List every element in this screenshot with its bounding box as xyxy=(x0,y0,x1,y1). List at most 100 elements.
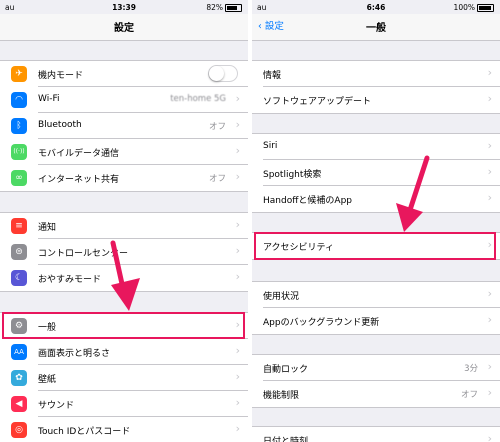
row-label: モバイルデータ通信 xyxy=(38,149,120,159)
row-label: 機能制限 xyxy=(263,391,300,401)
highlight-frame xyxy=(254,232,496,260)
notifications-icon: ≡ xyxy=(11,218,27,234)
row-label: 機内モード xyxy=(38,71,84,81)
row-label: コントロールセンター xyxy=(38,249,129,259)
general-row-restrictions[interactable]: 機能制限 オフ › xyxy=(252,381,500,407)
settings-group-connectivity: ✈ 機内モード ◠ Wi-Fi ten-home 5G › ᛒ Bluetoot… xyxy=(0,60,248,192)
settings-row-notifications[interactable]: ≡ 通知 › xyxy=(0,213,248,239)
screenshot-composite: au 13:39 82% 設定 ✈ 機内モード ◠ Wi-Fi ten-home… xyxy=(0,0,500,442)
nav-bar: 設定 xyxy=(0,14,248,41)
chevron-right-icon: › xyxy=(487,66,492,79)
hotspot-icon: ∞ xyxy=(11,170,27,186)
bluetooth-icon: ᛒ xyxy=(11,118,27,134)
general-row-handoff[interactable]: Handoffと候補のApp › xyxy=(252,186,500,212)
general-group-info: 情報 › ソフトウェアアップデート › xyxy=(252,60,500,114)
display-icon: AA xyxy=(11,344,27,360)
row-label: Appのバックグラウンド更新 xyxy=(263,318,380,328)
general-row-date-time[interactable]: 日付と時刻 › xyxy=(252,427,500,442)
fingerprint-icon: ◎ xyxy=(11,422,27,438)
row-label: ソフトウェアアップデート xyxy=(263,97,372,107)
battery-percent: 100% xyxy=(453,3,475,12)
chevron-right-icon: › xyxy=(487,287,492,300)
nav-bar: ‹ 設定 一般 xyxy=(252,14,500,41)
row-label: Wi-Fi xyxy=(38,94,60,104)
row-value: オフ xyxy=(208,122,226,132)
battery-status: 100% xyxy=(454,3,494,12)
row-label: 自動ロック xyxy=(263,365,309,375)
battery-icon xyxy=(477,4,494,12)
airplane-toggle[interactable] xyxy=(208,65,238,82)
chevron-right-icon: › xyxy=(235,270,240,283)
general-group-datetime: 日付と時刻 › xyxy=(252,426,500,442)
chevron-right-icon: › xyxy=(487,360,492,373)
settings-row-airplane[interactable]: ✈ 機内モード xyxy=(0,61,248,87)
chevron-right-icon: › xyxy=(235,422,240,435)
chevron-right-icon: › xyxy=(235,118,240,131)
settings-group-notifications: ≡ 通知 › ⊜ コントロールセンター › ☾ おやすみモード › xyxy=(0,212,248,292)
row-label: サウンド xyxy=(38,401,75,411)
page-title: 一般 xyxy=(366,23,386,34)
row-label: 通知 xyxy=(38,223,57,233)
row-value: オフ xyxy=(208,174,226,184)
general-screen: au 6:46 100% ‹ 設定 一般 情報 › ソフトウェアアップデート ›… xyxy=(252,0,500,442)
general-group-lock: 自動ロック 3分 › 機能制限 オフ › xyxy=(252,354,500,408)
battery-icon xyxy=(225,4,242,12)
row-label: Bluetooth xyxy=(38,120,82,130)
settings-row-cellular[interactable]: ((·)) モバイルデータ通信 › xyxy=(0,139,248,165)
status-bar: au 13:39 82% xyxy=(0,0,248,14)
general-row-auto-lock[interactable]: 自動ロック 3分 › xyxy=(252,355,500,381)
settings-row-display[interactable]: AA 画面表示と明るさ › xyxy=(0,339,248,365)
row-label: インターネット共有 xyxy=(38,175,120,185)
moon-icon: ☾ xyxy=(11,270,27,286)
row-value: 3分 xyxy=(464,364,478,374)
general-row-software-update[interactable]: ソフトウェアアップデート › xyxy=(252,87,500,113)
sound-icon: ◀ xyxy=(11,396,27,412)
chevron-right-icon: › xyxy=(235,92,240,105)
row-label: 壁紙 xyxy=(38,375,57,385)
chevron-right-icon: › xyxy=(487,432,492,442)
settings-screen: au 13:39 82% 設定 ✈ 機内モード ◠ Wi-Fi ten-home… xyxy=(0,0,248,442)
row-label: 使用状況 xyxy=(263,292,300,302)
settings-row-wifi[interactable]: ◠ Wi-Fi ten-home 5G › xyxy=(0,87,248,113)
chevron-right-icon: › xyxy=(235,370,240,383)
battery-percent: 82% xyxy=(206,3,223,12)
wifi-icon: ◠ xyxy=(11,92,27,108)
settings-row-touch-id[interactable]: ◎ Touch IDとパスコード › xyxy=(0,417,248,442)
status-bar: au 6:46 100% xyxy=(252,0,500,14)
chevron-right-icon: › xyxy=(235,244,240,257)
page-title: 設定 xyxy=(114,23,134,34)
settings-row-hotspot[interactable]: ∞ インターネット共有 オフ › xyxy=(0,165,248,191)
settings-row-sounds[interactable]: ◀ サウンド › xyxy=(0,391,248,417)
general-row-background-refresh[interactable]: Appのバックグラウンド更新 › xyxy=(252,308,500,334)
chevron-right-icon: › xyxy=(487,165,492,178)
settings-row-do-not-disturb[interactable]: ☾ おやすみモード › xyxy=(0,265,248,291)
chevron-right-icon: › xyxy=(235,344,240,357)
chevron-right-icon: › xyxy=(487,92,492,105)
battery-status: 82% xyxy=(206,3,242,12)
chevron-right-icon: › xyxy=(235,144,240,157)
airplane-icon: ✈ xyxy=(11,66,27,82)
chevron-right-icon: › xyxy=(487,313,492,326)
general-group-usage: 使用状況 › Appのバックグラウンド更新 › xyxy=(252,281,500,335)
highlight-frame xyxy=(2,312,245,339)
settings-row-wallpaper[interactable]: ✿ 壁紙 › xyxy=(0,365,248,391)
chevron-right-icon: › xyxy=(487,191,492,204)
control-center-icon: ⊜ xyxy=(11,244,27,260)
general-row-usage[interactable]: 使用状況 › xyxy=(252,282,500,308)
settings-row-control-center[interactable]: ⊜ コントロールセンター › xyxy=(0,239,248,265)
settings-row-bluetooth[interactable]: ᛒ Bluetooth オフ › xyxy=(0,113,248,139)
row-label: Touch IDとパスコード xyxy=(38,427,131,437)
row-label: 情報 xyxy=(263,71,282,81)
wifi-network-value: ten-home 5G xyxy=(170,94,226,104)
general-row-spotlight[interactable]: Spotlight検索 › xyxy=(252,160,500,186)
cellular-icon: ((·)) xyxy=(11,144,27,160)
chevron-right-icon: › xyxy=(235,218,240,231)
wallpaper-icon: ✿ xyxy=(11,370,27,386)
row-label: 画面表示と明るさ xyxy=(38,349,111,359)
row-label: 日付と時刻 xyxy=(263,437,309,442)
row-label: Siri xyxy=(263,141,278,151)
general-row-siri[interactable]: Siri › xyxy=(252,134,500,160)
chevron-right-icon: › xyxy=(487,386,492,399)
general-row-about[interactable]: 情報 › xyxy=(252,61,500,87)
chevron-right-icon: › xyxy=(235,396,240,409)
